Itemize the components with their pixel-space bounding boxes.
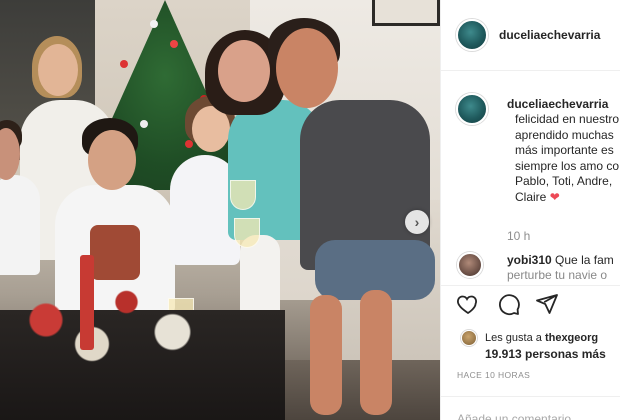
comment: yobi310 Que la fam xyxy=(507,253,620,268)
likes-prefix: Les gusta a xyxy=(485,332,542,344)
commenter-username[interactable]: yobi310 xyxy=(507,253,552,267)
caption-line: aprendido muchas xyxy=(515,127,614,142)
commenter-avatar[interactable] xyxy=(457,252,483,278)
wine-glass xyxy=(234,218,260,248)
comment-text-continued: perturbe tu navie o xyxy=(507,268,608,282)
caption-time[interactable]: 10 h xyxy=(507,229,530,243)
wall-frame xyxy=(372,0,440,26)
share-icon[interactable] xyxy=(535,292,559,316)
header-divider xyxy=(440,70,620,71)
comment-text: Que la fam xyxy=(555,253,614,267)
chevron-right-icon[interactable]: › xyxy=(405,210,429,234)
ornament xyxy=(185,140,193,148)
caption-line: Pablo, Toti, Andre, xyxy=(515,174,613,188)
ornament xyxy=(120,60,128,68)
caption-name: Claire xyxy=(515,189,547,204)
add-comment-input[interactable]: Añade un comentario xyxy=(457,412,571,420)
ornament xyxy=(170,40,178,48)
heart-icon[interactable] xyxy=(456,292,480,316)
caption-author-username[interactable]: duceliaechevarria xyxy=(507,97,608,111)
comment-icon[interactable] xyxy=(497,292,521,316)
ornament xyxy=(140,120,148,128)
christmas-decorations xyxy=(0,260,230,380)
likes-suffix: personas más xyxy=(525,347,606,361)
caption-line: felicidad en nuestro xyxy=(515,112,620,126)
actions-divider xyxy=(440,285,620,286)
likes-count: 19.913 xyxy=(485,347,522,361)
liker-username[interactable]: thexgeorg xyxy=(545,332,598,344)
posted-time[interactable]: HACE 10 HORAS xyxy=(457,370,530,380)
wine-glass xyxy=(230,180,256,210)
red-heart-icon: ❤ xyxy=(549,189,560,204)
author-username[interactable]: duceliaechevarria xyxy=(499,28,600,42)
caption-line: más importante es xyxy=(515,143,614,157)
likes-line: Les gusta a thexgeorg xyxy=(485,332,598,344)
likes-count-line[interactable]: 19.913 personas más xyxy=(485,347,606,361)
caption-line: siempre los amo co xyxy=(515,158,620,173)
author-avatar[interactable] xyxy=(456,19,488,51)
post-photo[interactable]: › xyxy=(0,0,440,420)
comment-divider xyxy=(440,396,620,397)
post-caption: felicidad en nuestro aprendido muchas má… xyxy=(515,112,620,205)
caption-line-last: Claire ❤ xyxy=(515,190,620,206)
candle xyxy=(80,255,94,350)
liker-avatar[interactable] xyxy=(461,330,477,346)
caption-author-avatar[interactable] xyxy=(456,93,488,125)
ornament xyxy=(150,20,158,28)
